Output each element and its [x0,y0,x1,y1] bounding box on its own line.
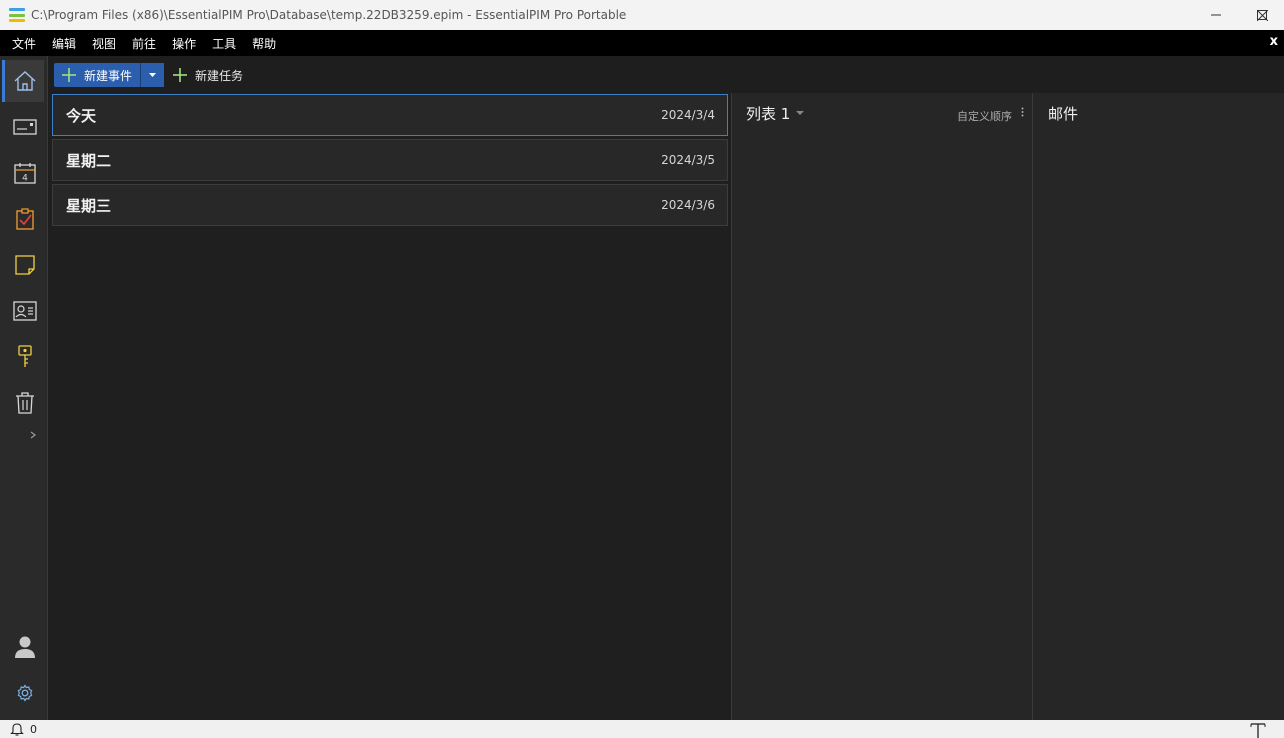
new-task-label: 新建任务 [195,68,244,83]
menu-bar: 文件 编辑 视图 前往 操作 工具 帮助 x [0,30,1284,56]
calendar-day-number: 4 [22,174,28,184]
gear-icon [17,684,33,702]
day-card-today[interactable]: 今天 2024/3/4 [52,94,728,136]
tasks-panel: 列表 1 自定义顺序 [731,93,1032,720]
menu-view[interactable]: 视图 [80,35,124,52]
status-bar: 0 [0,720,1284,738]
chevron-right-icon [30,431,36,439]
nav-passwords-button[interactable] [4,336,46,378]
minimize-button[interactable] [1193,0,1239,30]
passwords-icon [18,345,32,367]
nav-settings-button[interactable] [4,672,46,714]
notes-icon [15,255,35,275]
trash-icon [16,392,34,414]
notifications-button[interactable] [10,722,24,736]
menu-file[interactable]: 文件 [0,35,44,52]
user-icon [15,636,35,658]
nav-expand-button[interactable] [30,428,36,442]
minimize-icon [1211,14,1221,16]
nav-home-button[interactable] [2,60,44,102]
plus-icon [173,68,187,82]
chevron-down-icon [149,72,156,77]
nav-tasks-button[interactable] [4,198,46,240]
close-icon [1256,9,1268,21]
home-icon [14,71,35,91]
day-name: 星期三 [66,196,112,215]
new-event-label: 新建事件 [84,68,133,83]
text-cursor-icon [1250,723,1266,738]
plus-icon [62,68,76,82]
nav-calendar-button[interactable]: 4 [4,152,46,194]
day-date: 2024/3/4 [661,108,715,122]
agenda-days-panel: 今天 2024/3/4 星期二 2024/3/5 星期三 2024/3/6 [49,93,731,720]
more-vertical-icon [1021,107,1024,117]
day-card-wednesday[interactable]: 星期三 2024/3/6 [52,184,728,226]
task-list-selector[interactable]: 列表 1 [746,103,805,124]
title-bar: C:\Program Files (x86)\EssentialPIM Pro\… [0,0,1284,30]
nav-trash-button[interactable] [4,382,46,424]
nav-mail-button[interactable] [4,106,46,148]
nav-contacts-button[interactable] [4,290,46,332]
contacts-icon [13,301,37,321]
day-name: 星期二 [66,151,112,170]
window-title: C:\Program Files (x86)\EssentialPIM Pro\… [31,8,627,22]
toolbar: 新建事件 新建任务 [49,56,1284,93]
menu-edit[interactable]: 编辑 [40,35,84,52]
more-options-button[interactable] [1021,107,1024,120]
menu-go[interactable]: 前往 [120,35,164,52]
menu-close-button[interactable]: x [1270,34,1278,49]
sort-order-button[interactable]: 自定义顺序 [957,108,1012,124]
mail-panel: 邮件 [1032,93,1284,720]
menu-actions[interactable]: 操作 [160,35,204,52]
new-task-button[interactable]: 新建任务 [173,63,243,87]
task-list-title: 列表 1 [746,105,791,123]
close-window-button[interactable] [1239,0,1284,30]
new-event-dropdown-button[interactable] [140,63,164,87]
day-date: 2024/3/6 [661,198,715,212]
day-name: 今天 [66,106,97,125]
chevron-down-icon [796,109,805,118]
app-logo-icon [9,8,25,22]
menu-tools[interactable]: 工具 [200,35,244,52]
mail-panel-title: 邮件 [1048,105,1079,123]
notification-count: 0 [30,722,37,736]
tasks-icon [16,208,34,230]
left-navigation: 4 [0,56,48,720]
nav-notes-button[interactable] [4,244,46,286]
nav-account-button[interactable] [4,626,46,668]
day-date: 2024/3/5 [661,153,715,167]
bell-icon [10,723,24,736]
menu-help[interactable]: 帮助 [240,35,284,52]
calendar-icon: 4 [14,163,36,184]
day-card-tuesday[interactable]: 星期二 2024/3/5 [52,139,728,181]
email-icon [13,119,37,135]
